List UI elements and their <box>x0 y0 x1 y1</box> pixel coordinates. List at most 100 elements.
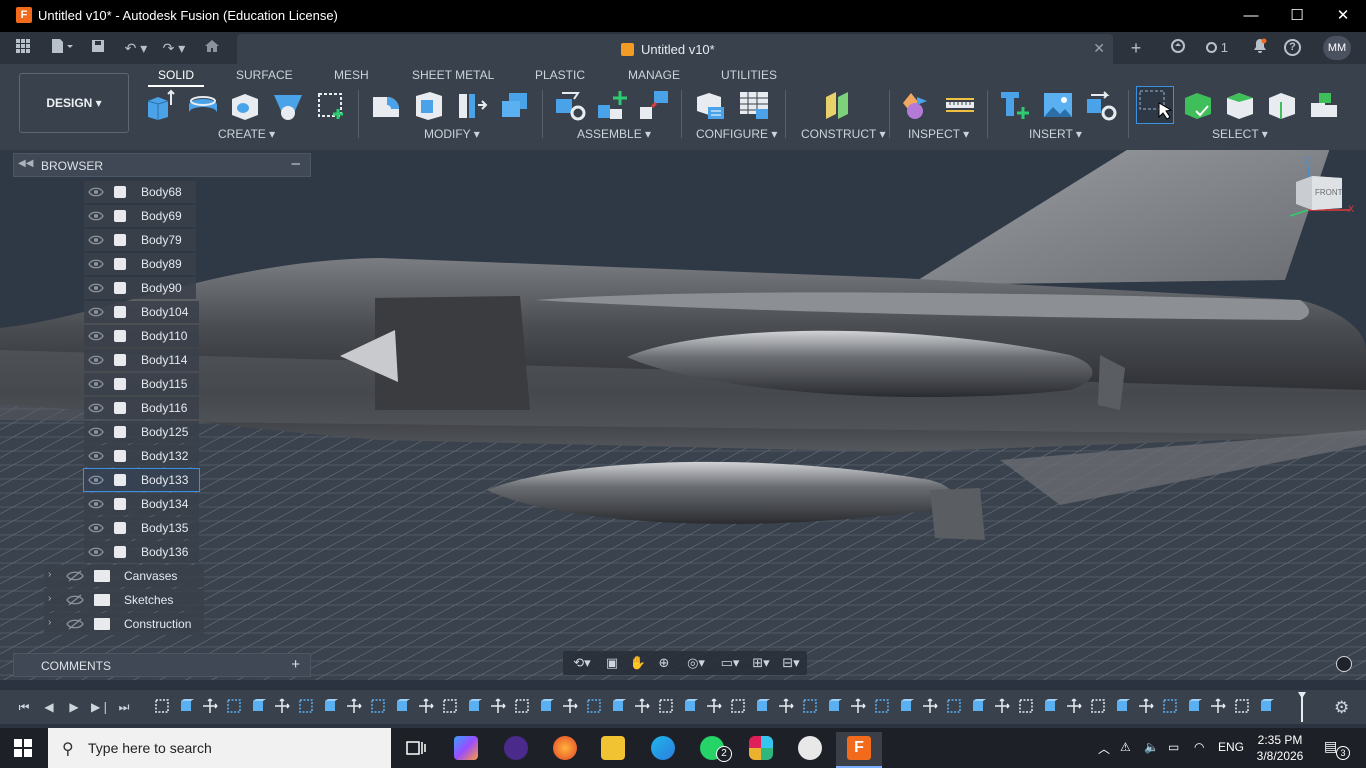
interference-icon[interactable] <box>901 89 933 121</box>
timeline-feature-icon[interactable] <box>682 698 698 714</box>
browser-body-row[interactable]: Body68 <box>84 181 196 203</box>
visibility-eye-icon[interactable] <box>88 306 104 318</box>
browser-folder-canvases[interactable]: › Canvases <box>44 565 204 587</box>
visibility-eye-icon[interactable] <box>88 210 104 222</box>
timeline-feature-icon[interactable] <box>250 698 266 714</box>
timeline-last-button[interactable]: ⏭ <box>116 699 132 715</box>
visibility-eye-icon[interactable] <box>88 330 104 342</box>
pan-hand-icon[interactable]: ✋ <box>629 655 647 671</box>
configure-design-icon[interactable] <box>694 89 726 121</box>
timeline-feature-icon[interactable] <box>754 698 770 714</box>
language-indicator[interactable]: ENG <box>1218 740 1244 754</box>
select-edges-icon[interactable] <box>1266 89 1298 121</box>
rigid-group-icon[interactable] <box>638 89 670 121</box>
wifi-icon[interactable]: ◠ <box>1194 740 1204 754</box>
browser-body-row[interactable]: Body79 <box>84 229 196 251</box>
browser-body-row[interactable]: Body114 <box>84 349 199 371</box>
group-assemble[interactable]: ASSEMBLE ▾ <box>577 127 651 141</box>
new-component-icon[interactable] <box>596 89 628 121</box>
timeline-settings-gear-icon[interactable]: ⚙ <box>1334 698 1349 718</box>
timeline-feature-icon[interactable] <box>1090 698 1106 714</box>
timeline-feature-icon[interactable] <box>802 698 818 714</box>
comments-panel-header[interactable]: COMMENTS + <box>13 653 311 677</box>
home-icon[interactable] <box>202 38 222 58</box>
timeline-feature-icon[interactable] <box>418 698 434 714</box>
minimize-button[interactable]: — <box>1228 0 1274 32</box>
timeline-feature-icon[interactable] <box>1018 698 1034 714</box>
timeline-feature-icon[interactable] <box>898 698 914 714</box>
tab-surface[interactable]: SURFACE <box>236 68 293 82</box>
edge-browser-icon[interactable] <box>651 736 675 760</box>
timeline-feature-icon[interactable] <box>490 698 506 714</box>
add-comment-icon[interactable]: + <box>291 656 300 673</box>
browser-body-row[interactable]: Body132 <box>84 445 199 467</box>
browser-body-row[interactable]: Body89 <box>84 253 196 275</box>
expand-chevron-icon[interactable]: › <box>48 569 51 580</box>
timeline-feature-icon[interactable] <box>466 698 482 714</box>
browser-panel-header[interactable]: ◀◀ BROWSER – <box>13 153 311 177</box>
volume-icon[interactable]: 🔈 <box>1144 740 1159 754</box>
timeline-feature-icon[interactable] <box>154 698 170 714</box>
visibility-eye-icon[interactable] <box>88 498 104 510</box>
taskbar-search-box[interactable]: ⚲ Type here to search <box>48 728 391 768</box>
hidden-eye-icon[interactable] <box>66 618 84 633</box>
browser-body-row[interactable]: Body110 <box>84 325 199 347</box>
timeline-next-button[interactable]: ▶❘ <box>91 699 110 715</box>
hidden-eye-icon[interactable] <box>66 570 84 585</box>
timeline-feature-icon[interactable] <box>394 698 410 714</box>
firefox-icon[interactable] <box>553 736 577 760</box>
browser-folder-sketches[interactable]: › Sketches <box>44 589 204 611</box>
browser-folder-construction[interactable]: › Construction <box>44 613 204 635</box>
timeline-feature-icon[interactable] <box>226 698 242 714</box>
browser-body-row[interactable]: Body135 <box>84 517 199 539</box>
select-faces-icon[interactable] <box>1224 89 1256 121</box>
show-hidden-icons-chevron[interactable]: ︿ <box>1098 740 1110 757</box>
help-button[interactable]: ? <box>1284 39 1301 56</box>
display-settings-icon[interactable]: ▭▾ <box>715 655 745 671</box>
windows-start-icon[interactable] <box>14 739 32 757</box>
timeline-feature-icon[interactable] <box>1114 698 1130 714</box>
copilot-icon[interactable] <box>454 736 478 760</box>
canvas-viewport[interactable]: FRONT Z X <box>0 150 1366 680</box>
minimize-browser-icon[interactable]: – <box>292 155 300 172</box>
group-construct[interactable]: CONSTRUCT ▾ <box>801 127 885 141</box>
browser-body-row[interactable]: Body115 <box>84 373 199 395</box>
insert-canvas-icon[interactable] <box>1042 89 1074 121</box>
timeline-feature-icon[interactable] <box>706 698 722 714</box>
measure-icon[interactable] <box>944 89 976 121</box>
visibility-eye-icon[interactable] <box>88 426 104 438</box>
shell-icon[interactable] <box>413 89 445 121</box>
visibility-eye-icon[interactable] <box>88 546 104 558</box>
extensions-icon[interactable] <box>1168 38 1188 58</box>
hidden-eye-icon[interactable] <box>66 594 84 609</box>
maximize-button[interactable]: ☐ <box>1274 0 1320 32</box>
press-pull-icon[interactable] <box>370 89 402 121</box>
visibility-eye-icon[interactable] <box>88 378 104 390</box>
viewports-icon[interactable]: ⊟▾ <box>777 655 805 671</box>
timeline-feature-icon[interactable] <box>1042 698 1058 714</box>
yandex-browser-icon[interactable] <box>798 736 822 760</box>
timeline-feature-icon[interactable] <box>994 698 1010 714</box>
tab-mesh[interactable]: MESH <box>334 68 369 82</box>
revolve-icon[interactable] <box>187 89 219 121</box>
battery-icon[interactable]: ▭ <box>1168 740 1179 754</box>
collapse-panel-icon[interactable]: ◀◀ <box>18 158 33 169</box>
new-component-joint-icon[interactable] <box>554 89 586 121</box>
timeline-feature-icon[interactable] <box>922 698 938 714</box>
configuration-table-icon[interactable] <box>738 89 770 121</box>
timeline-feature-icon[interactable] <box>1210 698 1226 714</box>
fusion-taskbar-button[interactable]: F <box>836 732 882 768</box>
timeline-previous-button[interactable]: ◀ <box>41 699 57 715</box>
timeline-feature-icon[interactable] <box>946 698 962 714</box>
look-at-icon[interactable]: ▣ <box>603 655 621 671</box>
insert-mcmaster-icon[interactable] <box>999 89 1031 121</box>
browser-body-row[interactable]: Body116 <box>84 397 199 419</box>
create-sketch-extrude-icon[interactable] <box>145 89 177 121</box>
timeline-feature-icon[interactable] <box>850 698 866 714</box>
close-window-button[interactable]: ✕ <box>1320 0 1366 32</box>
timeline-play-button[interactable]: ▶ <box>66 699 82 715</box>
browser-body-row[interactable]: Body134 <box>84 493 199 515</box>
timeline-feature-icon[interactable] <box>274 698 290 714</box>
new-tab-button[interactable]: + <box>1126 38 1146 58</box>
group-select[interactable]: SELECT ▾ <box>1212 127 1268 141</box>
